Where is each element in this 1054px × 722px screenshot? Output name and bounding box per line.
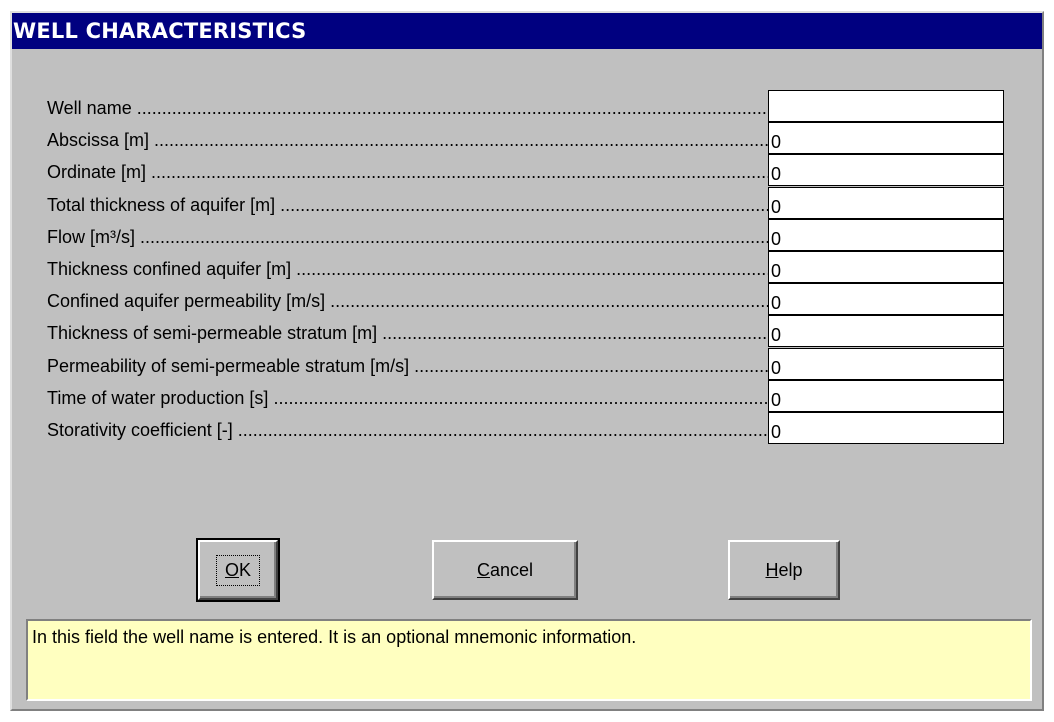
field-label: Thickness of semi-permeable stratum [m] … — [47, 323, 769, 343]
field-label-text: Flow [m³/s] — [47, 227, 135, 247]
ok-button[interactable]: OK — [196, 538, 280, 602]
help-text-panel: In this field the well name is entered. … — [26, 619, 1032, 701]
field-label-text: Time of water production [s] — [47, 388, 269, 408]
field-label: Flow [m³/s] ............................… — [47, 227, 769, 247]
field-label: Ordinate [m] ...........................… — [47, 162, 769, 182]
field-label-text: Thickness confined aquifer [m] — [47, 259, 292, 279]
field-label-text: Well name — [47, 98, 132, 118]
field-label: Total thickness of aquifer [m] .........… — [47, 195, 769, 215]
field-input[interactable] — [768, 315, 1004, 347]
field-label: Permeability of semi-permeable stratum [… — [47, 356, 769, 376]
field-label-text: Total thickness of aquifer [m] — [47, 195, 276, 215]
field-input[interactable] — [768, 412, 1004, 444]
field-input[interactable] — [768, 154, 1004, 186]
field-label: Well name ..............................… — [47, 98, 769, 118]
field-label: Time of water production [s] ...........… — [47, 388, 769, 408]
field-input[interactable] — [768, 283, 1004, 315]
field-input[interactable] — [768, 90, 1004, 122]
field-input[interactable] — [768, 187, 1004, 219]
field-label-text: Confined aquifer permeability [m/s] — [47, 291, 326, 311]
cancel-button[interactable]: Cancel — [432, 540, 578, 600]
cancel-button-label: Cancel — [476, 559, 534, 580]
dialog-title: WELL CHARACTERISTICS — [12, 13, 1042, 49]
field-label-text: Permeability of semi-permeable stratum [… — [47, 356, 410, 376]
field-label: Thickness confined aquifer [m] .........… — [47, 259, 769, 279]
field-label-text: Ordinate [m] — [47, 162, 147, 182]
field-label: Abscissa [m] ...........................… — [47, 130, 769, 150]
field-label-text: Thickness of semi-permeable stratum [m] — [47, 323, 378, 343]
field-label: Confined aquifer permeability [m/s] ....… — [47, 291, 769, 311]
field-label-text: Abscissa [m] — [47, 130, 150, 150]
help-button-label: Help — [765, 559, 803, 580]
field-label: Storativity coefficient [-] ............… — [47, 420, 769, 440]
well-characteristics-dialog: WELL CHARACTERISTICS Well name .........… — [10, 11, 1044, 711]
help-button[interactable]: Help — [728, 540, 840, 600]
field-input[interactable] — [768, 380, 1004, 412]
field-input[interactable] — [768, 219, 1004, 251]
field-input[interactable] — [768, 251, 1004, 283]
field-label-text: Storativity coefficient [-] — [47, 420, 233, 440]
field-input[interactable] — [768, 122, 1004, 154]
field-input[interactable] — [768, 348, 1004, 380]
ok-button-label: OK — [215, 554, 261, 586]
